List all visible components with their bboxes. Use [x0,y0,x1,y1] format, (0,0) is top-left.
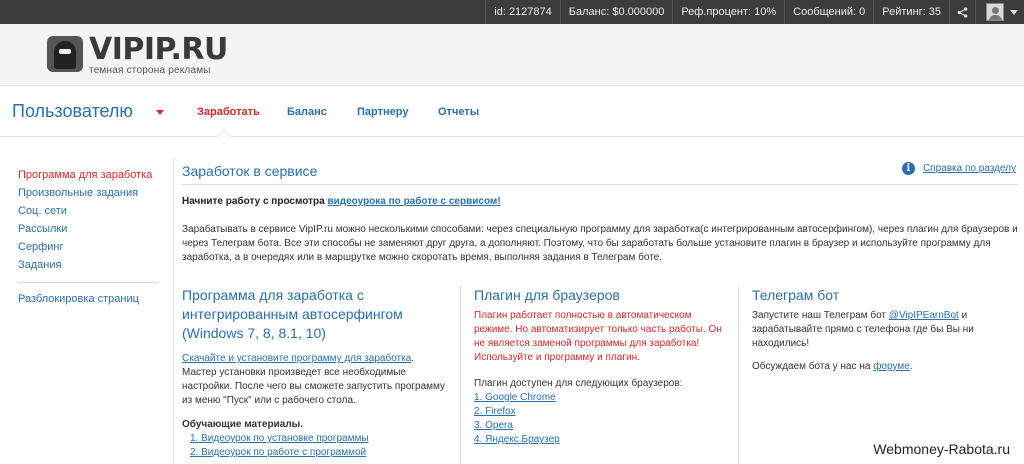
caret-down-icon[interactable] [156,110,164,115]
column-divider [460,286,461,464]
program-column: Программа для заработка с интегрированны… [182,286,448,460]
info-icon: i [901,162,915,175]
intro-text: Начните работу с просмотра видеоурока по… [182,196,501,207]
forum-link[interactable]: форуме [873,361,910,372]
video-tutorial-link[interactable]: видеоурока по работе с сервисом! [327,196,500,207]
browser-list: 1. Google Chrome 2. Firefox 3. Opera 4. … [474,391,726,447]
telegram-bot-link[interactable]: @VipIPEarnBot [889,310,959,321]
opera-link[interactable]: 3. Opera [474,420,513,431]
sidebar: Программа для заработка Произвольные зад… [18,166,158,308]
user-id: id: 2127874 [485,0,560,24]
logo[interactable]: VIPIP.RU темная сторона рекламы [47,32,228,76]
telegram-text: Запустите наш Телеграм бот @VipIPEarnBot… [752,310,974,349]
forum-text: Обсуждаем бота у нас на форуме. [752,361,913,372]
share-icon [957,6,968,18]
browsers-title: Плагин доступен для следующих браузеров: [474,378,683,389]
tab-reports[interactable]: Отчеты [438,106,479,118]
balance-indicator[interactable]: Баланс: $0.000000 [559,0,673,24]
list-item[interactable]: 1. Видеоурок по установке программы [190,432,448,446]
main-content: Заработок в сервисе i Справка по разделу… [173,158,1024,464]
materials-title: Обучающие материалы. [182,419,303,430]
download-program-link[interactable]: Скачайте и установите программу для зара… [182,353,411,364]
help-link[interactable]: Справка по разделу [923,163,1016,174]
plugin-warning: Плагин работает полностью в автоматическ… [474,310,722,363]
logo-hood-icon [47,36,83,72]
plugin-heading: Плагин для браузеров [474,287,620,303]
sidebar-item-tasks[interactable]: Задания [18,256,158,274]
sidebar-item-custom-tasks[interactable]: Произвольные задания [18,184,158,202]
sidebar-item-surfing[interactable]: Серфинг [18,238,158,256]
title-divider [182,184,1018,185]
tab-balance[interactable]: Баланс [287,106,327,118]
referral-percent[interactable]: Реф.процент: 10% [672,0,784,24]
yandex-browser-link[interactable]: 4. Яндекс.Браузер [474,434,560,445]
install-video-link[interactable]: 1. Видеоурок по установке программы [190,433,369,444]
telegram-column: Телеграм бот Запустите наш Телеграм бот … [752,286,1022,374]
watermark: Webmoney-Rabota.ru [869,441,1014,457]
top-bar: id: 2127874 Баланс: $0.000000 Реф.процен… [0,0,1024,24]
user-menu-button[interactable] [975,0,1024,24]
logo-subtitle: темная сторона рекламы [89,65,211,76]
service-description: Зарабатывать в сервисе VipIP.ru можно не… [182,224,1018,263]
program-install-text: Мастер установки произведет все необходи… [182,367,446,406]
materials-list: 1. Видеоурок по установке программы 2. В… [190,432,448,460]
list-item[interactable]: 2. Firefox [474,405,726,419]
nav-section-title[interactable]: Пользователю [12,101,133,122]
column-divider [738,286,739,464]
site-header: VIPIP.RU темная сторона рекламы [0,24,1024,86]
sidebar-item-program[interactable]: Программа для заработка [18,166,158,184]
list-item[interactable]: 4. Яндекс.Браузер [474,433,726,447]
chevron-down-icon [1010,9,1018,15]
tab-earn[interactable]: Заработать [197,106,260,118]
main-nav: Пользователю Заработать Баланс Партнеру … [0,87,1024,137]
firefox-link[interactable]: 2. Firefox [474,406,516,417]
help-link-group[interactable]: i Справка по разделу [901,162,1016,175]
page-title: Заработок в сервисе [182,163,318,179]
sidebar-item-social[interactable]: Соц. сети [18,202,158,220]
logo-title: VIPIP.RU [89,32,228,67]
list-item[interactable]: 1. Google Chrome [474,391,726,405]
tab-partner[interactable]: Партнеру [357,106,408,118]
avatar [986,3,1004,21]
telegram-heading: Телеграм бот [752,287,840,303]
share-button[interactable] [949,0,975,24]
sidebar-item-mailings[interactable]: Рассылки [18,220,158,238]
chrome-link[interactable]: 1. Google Chrome [474,392,556,403]
usage-video-link[interactable]: 2. Видеоурок по работе с программой [190,447,366,458]
messages-counter[interactable]: Сообщений: 0 [784,0,873,24]
sidebar-divider [18,282,158,283]
sidebar-item-unlock-pages[interactable]: Разблокировка страниц [18,290,158,308]
rating-indicator[interactable]: Рейтинг: 35 [873,0,949,24]
list-item[interactable]: 3. Opera [474,419,726,433]
program-heading: Программа для заработка с интегрированны… [182,287,403,341]
list-item[interactable]: 2. Видеоурок по работе с программой [190,446,448,460]
plugin-column: Плагин для браузеров Плагин работает пол… [474,286,726,447]
